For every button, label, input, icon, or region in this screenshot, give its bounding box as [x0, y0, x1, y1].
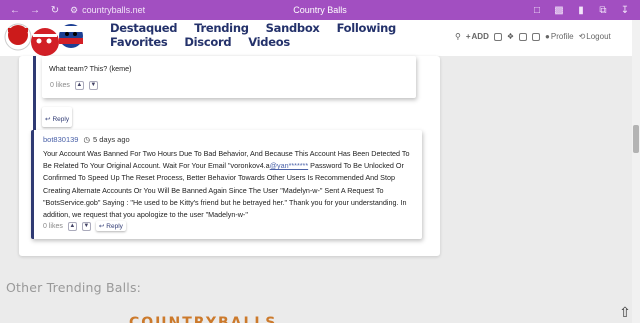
site-info-icon[interactable]: ⚙	[70, 5, 78, 16]
clock-icon: ◷	[83, 135, 90, 144]
comment-author[interactable]: bot830139	[43, 135, 78, 144]
section-title: Other Trending Balls:	[6, 280, 142, 295]
comment-text: What team? This? (keme)	[49, 64, 132, 73]
reply-icon: ↩	[98, 223, 105, 230]
nav-sandbox[interactable]: Sandbox	[266, 21, 320, 35]
profile-button[interactable]: ● Profile	[545, 32, 574, 41]
address-bar[interactable]: ⚙ countryballs.net	[70, 5, 145, 16]
browser-toolbar: ← → ↻ ⚙ countryballs.net Country Balls □…	[0, 0, 640, 20]
nav-favorites[interactable]: Favorites	[110, 35, 168, 49]
page-content: What team? This? (keme) 0 likes ▲ ▼ ↩ Rep…	[6, 56, 631, 323]
add-label: ADD	[471, 32, 489, 41]
like-icon[interactable]: ▲	[67, 221, 77, 231]
reload-icon[interactable]: ↻	[48, 3, 62, 17]
nav-trending[interactable]: Trending	[194, 21, 249, 35]
nav-videos[interactable]: Videos	[248, 35, 290, 49]
scrollbar[interactable]	[632, 20, 640, 323]
comment-body: Your Account Was Banned For Two Hours Du…	[43, 148, 419, 221]
facebook-icon[interactable]	[493, 32, 502, 41]
header-tools: ⚲ + ADD ❖ ● Profile ⟲ Logout	[455, 32, 611, 41]
like-icon[interactable]: ▲	[74, 81, 84, 90]
mention-link[interactable]: @yan*******	[270, 161, 308, 170]
download-icon[interactable]: ↧	[618, 3, 632, 17]
back-icon[interactable]: ←	[8, 3, 22, 17]
comment-second: bot830139 ◷ 5 days ago Your Account Was …	[31, 130, 422, 239]
battery-icon: ▮	[578, 4, 584, 16]
main-nav: Destaqued Trending Sandbox Following Fav…	[110, 21, 440, 49]
nav-discord[interactable]: Discord	[184, 35, 231, 49]
reply-label: Reply	[52, 115, 70, 123]
trending-banner[interactable]: COUNTRYBALLS	[129, 311, 309, 323]
add-button[interactable]: + ADD	[466, 32, 489, 41]
reply-icon: ↩	[45, 116, 51, 123]
dislike-icon[interactable]: ▼	[88, 81, 98, 90]
extensions-icon[interactable]: ▩	[552, 3, 566, 17]
search-icon[interactable]: ⚲	[455, 32, 461, 41]
user-icon: ●	[545, 32, 550, 41]
tab-icon[interactable]: □	[530, 3, 544, 17]
comment-first: What team? This? (keme) 0 likes ▲ ▼	[42, 56, 416, 98]
nav-following[interactable]: Following	[337, 21, 397, 35]
reply-button[interactable]: ↩ Reply	[96, 221, 126, 231]
logout-button[interactable]: ⟲ Logout	[579, 32, 611, 41]
scrollbar-thumb[interactable]	[633, 125, 639, 153]
reply-button[interactable]: ↩ Reply	[42, 107, 73, 127]
address-text: countryballs.net	[82, 5, 146, 15]
countryballs-logo[interactable]	[3, 20, 101, 60]
likes-row: 0 likes ▲ ▼ ↩ Reply	[43, 221, 126, 231]
likes-count: 0 likes	[50, 82, 70, 89]
site-header: Destaqued Trending Sandbox Following Fav…	[0, 20, 632, 56]
logout-label: Logout	[586, 32, 611, 41]
likes-count: 0 likes	[43, 222, 63, 230]
forward-icon[interactable]: →	[28, 3, 42, 17]
nav-destaqued[interactable]: Destaqued	[110, 21, 178, 35]
twitter-icon[interactable]: ❖	[507, 32, 514, 41]
instagram-icon[interactable]	[519, 32, 528, 41]
dislike-icon[interactable]: ▼	[81, 221, 91, 231]
copy-icon[interactable]: ⧉	[596, 3, 610, 17]
reply-label: Reply	[106, 222, 123, 230]
discord-icon[interactable]	[532, 32, 541, 41]
comment-header: bot830139 ◷ 5 days ago	[43, 135, 130, 144]
comment-time: 5 days ago	[93, 135, 130, 144]
logout-icon: ⟲	[578, 32, 586, 41]
profile-label: Profile	[550, 32, 574, 41]
likes-row: 0 likes ▲ ▼	[50, 81, 98, 90]
